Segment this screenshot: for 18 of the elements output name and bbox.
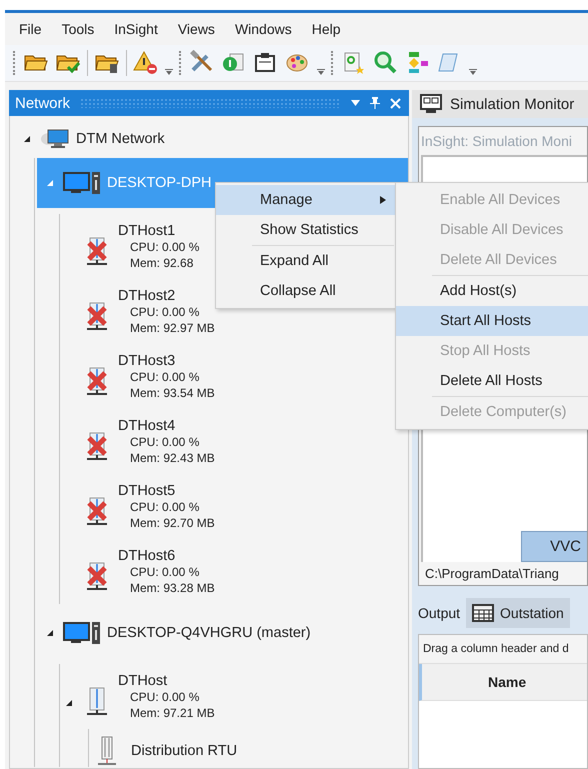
cpu-reading: CPU: 0.00 %	[130, 689, 200, 705]
memory-reading: Mem: 92.43 MB	[130, 450, 215, 466]
memory-reading: Mem: 93.28 MB	[130, 580, 215, 596]
memory-reading: Mem: 92.68	[130, 255, 194, 271]
file-path: C:\ProgramData\Triang	[424, 565, 560, 583]
group-by-hint: Drag a column header and d	[419, 635, 587, 664]
cpu-reading: CPU: 0.00 %	[130, 564, 200, 580]
memory-reading: Mem: 92.70 MB	[130, 515, 215, 531]
memory-reading: Mem: 97.21 MB	[130, 705, 215, 721]
memory-reading: Mem: 93.54 MB	[130, 385, 215, 401]
cpu-reading: CPU: 0.00 %	[130, 434, 200, 450]
cpu-reading: CPU: 0.00 %	[130, 499, 200, 515]
memory-reading: Mem: 92.97 MB	[130, 320, 215, 336]
cpu-reading: CPU: 0.00 %	[130, 369, 200, 385]
cpu-reading: CPU: 0.00 %	[130, 304, 200, 320]
document-title: InSight: Simulation Moni	[420, 132, 573, 151]
panel-title: Network	[15, 94, 70, 112]
cpu-reading: CPU: 0.00 %	[130, 239, 200, 255]
